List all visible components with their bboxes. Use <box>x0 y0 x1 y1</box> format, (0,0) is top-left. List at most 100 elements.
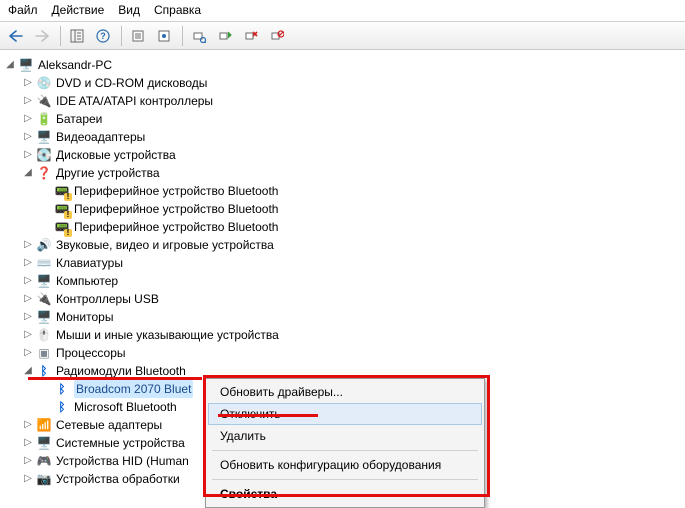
tree-item-label: Клавиатуры <box>56 254 123 272</box>
context-menu-separator <box>212 479 478 480</box>
tree-item-label: Видеоадаптеры <box>56 128 145 146</box>
expander-icon[interactable]: ▷ <box>22 290 34 308</box>
battery-icon: 🔋 <box>36 111 52 127</box>
computer-category-icon: 🖥️ <box>36 273 52 289</box>
tree-item-label: IDE ATA/ATAPI контроллеры <box>56 92 213 110</box>
expander-icon[interactable]: ▷ <box>22 146 34 164</box>
tree-item-label: DVD и CD-ROM дисководы <box>56 74 207 92</box>
tree-item-label: Радиомодули Bluetooth <box>56 362 186 380</box>
tree-item-disk[interactable]: ▷ 💽 Дисковые устройства <box>4 146 681 164</box>
computer-icon: 🖥️ <box>18 57 34 73</box>
tree-item-dvd[interactable]: ▷ 💿 DVD и CD-ROM дисководы <box>4 74 681 92</box>
context-menu-delete[interactable]: Удалить <box>208 425 482 447</box>
expander-icon[interactable]: ◢ <box>4 56 16 74</box>
menu-action[interactable]: Действие <box>52 3 105 17</box>
svg-text:?: ? <box>100 31 106 41</box>
nav-forward-button[interactable] <box>30 25 54 47</box>
disable-button[interactable] <box>265 25 289 47</box>
expander-icon[interactable]: ▷ <box>22 272 34 290</box>
tree-item-monitors[interactable]: ▷ 🖥️ Мониторы <box>4 308 681 326</box>
tree-item-cpu[interactable]: ▷ ▣ Процессоры <box>4 344 681 362</box>
expander-icon[interactable]: ▷ <box>22 92 34 110</box>
unknown-device-warning-icon: 📟 <box>54 183 70 199</box>
tree-item-computer[interactable]: ▷ 🖥️ Компьютер <box>4 272 681 290</box>
context-menu-refresh-hardware[interactable]: Обновить конфигурацию оборудования <box>208 454 482 476</box>
processor-icon: ▣ <box>36 345 52 361</box>
show-hide-tree-button[interactable] <box>65 25 89 47</box>
nav-back-button[interactable] <box>4 25 28 47</box>
other-devices-icon: ❓ <box>36 165 52 181</box>
uninstall-button[interactable] <box>239 25 263 47</box>
tree-item-bt-periph[interactable]: 📟 Периферийное устройство Bluetooth <box>4 200 681 218</box>
usb-controller-icon: 🔌 <box>36 291 52 307</box>
context-menu: Обновить драйверы... Отключить Удалить О… <box>205 378 485 508</box>
menu-file[interactable]: Файл <box>8 3 38 17</box>
tree-item-label: Устройства HID (Human <box>56 452 189 470</box>
menu-help[interactable]: Справка <box>154 3 201 17</box>
tree-item-label: Мониторы <box>56 308 113 326</box>
keyboard-icon: ⌨️ <box>36 255 52 271</box>
toolbar-separator <box>60 26 61 46</box>
tree-item-mice[interactable]: ▷ 🖱️ Мыши и иные указывающие устройства <box>4 326 681 344</box>
expander-icon[interactable]: ▷ <box>22 326 34 344</box>
expander-icon[interactable]: ◢ <box>22 362 34 380</box>
expander-icon[interactable]: ▷ <box>22 470 34 488</box>
tree-item-bt-periph[interactable]: 📟 Периферийное устройство Bluetooth <box>4 218 681 236</box>
expander-icon[interactable]: ▷ <box>22 308 34 326</box>
expander-icon[interactable]: ▷ <box>22 128 34 146</box>
menu-view[interactable]: Вид <box>118 3 140 17</box>
tree-root[interactable]: ◢ 🖥️ Aleksandr-PC <box>4 56 681 74</box>
tree-item-label: Батареи <box>56 110 102 128</box>
imaging-device-icon: 📷 <box>36 471 52 487</box>
bluetooth-icon: ᛒ <box>36 363 52 379</box>
tree-item-label: Устройства обработки <box>56 470 180 488</box>
tree-item-label: Дисковые устройства <box>56 146 176 164</box>
expander-icon[interactable]: ▷ <box>22 236 34 254</box>
tree-item-label: Другие устройства <box>56 164 160 182</box>
expander-icon[interactable]: ▷ <box>22 416 34 434</box>
tree-item-label: Мыши и иные указывающие устройства <box>56 326 279 344</box>
tree-item-label: Компьютер <box>56 272 118 290</box>
expander-icon[interactable]: ▷ <box>22 254 34 272</box>
scan-hardware-button[interactable] <box>187 25 211 47</box>
tree-item-other[interactable]: ◢ ❓ Другие устройства <box>4 164 681 182</box>
context-menu-separator <box>212 450 478 451</box>
toolbar-separator <box>182 26 183 46</box>
tree-item-video[interactable]: ▷ 🖥️ Видеоадаптеры <box>4 128 681 146</box>
tree-item-battery[interactable]: ▷ 🔋 Батареи <box>4 110 681 128</box>
ide-controller-icon: 🔌 <box>36 93 52 109</box>
context-menu-update-drivers[interactable]: Обновить драйверы... <box>208 381 482 403</box>
expander-icon[interactable]: ▷ <box>22 434 34 452</box>
bluetooth-icon: ᛒ <box>54 399 70 415</box>
tree-item-label: Периферийное устройство Bluetooth <box>74 200 278 218</box>
menubar: Файл Действие Вид Справка <box>0 0 685 22</box>
expander-icon[interactable]: ▷ <box>22 452 34 470</box>
tree-item-keyboards[interactable]: ▷ ⌨️ Клавиатуры <box>4 254 681 272</box>
system-device-icon: 🖥️ <box>36 435 52 451</box>
help-button[interactable]: ? <box>91 25 115 47</box>
expander-icon[interactable]: ▷ <box>22 344 34 362</box>
dvd-drive-icon: 💿 <box>36 75 52 91</box>
tree-item-bt-periph[interactable]: 📟 Периферийное устройство Bluetooth <box>4 182 681 200</box>
tree-root-label: Aleksandr-PC <box>38 56 112 74</box>
properties-button[interactable] <box>126 25 150 47</box>
hid-device-icon: 🎮 <box>36 453 52 469</box>
display-adapter-icon: 🖥️ <box>36 129 52 145</box>
toolbar: ? <box>0 22 685 50</box>
context-menu-properties[interactable]: Свойства <box>208 483 482 505</box>
expander-icon[interactable]: ◢ <box>22 164 34 182</box>
update-driver-button[interactable] <box>213 25 237 47</box>
action-button[interactable] <box>152 25 176 47</box>
disk-drive-icon: 💽 <box>36 147 52 163</box>
bluetooth-icon: ᛒ <box>54 381 70 397</box>
tree-item-label: Системные устройства <box>56 434 185 452</box>
tree-item-label-selected: Broadcom 2070 Bluet <box>74 380 193 398</box>
tree-item-usb[interactable]: ▷ 🔌 Контроллеры USB <box>4 290 681 308</box>
tree-item-sound[interactable]: ▷ 🔊 Звуковые, видео и игровые устройства <box>4 236 681 254</box>
sound-controller-icon: 🔊 <box>36 237 52 253</box>
expander-icon[interactable]: ▷ <box>22 74 34 92</box>
tree-item-ide[interactable]: ▷ 🔌 IDE ATA/ATAPI контроллеры <box>4 92 681 110</box>
context-menu-disable[interactable]: Отключить <box>208 403 482 425</box>
toolbar-separator <box>121 26 122 46</box>
expander-icon[interactable]: ▷ <box>22 110 34 128</box>
